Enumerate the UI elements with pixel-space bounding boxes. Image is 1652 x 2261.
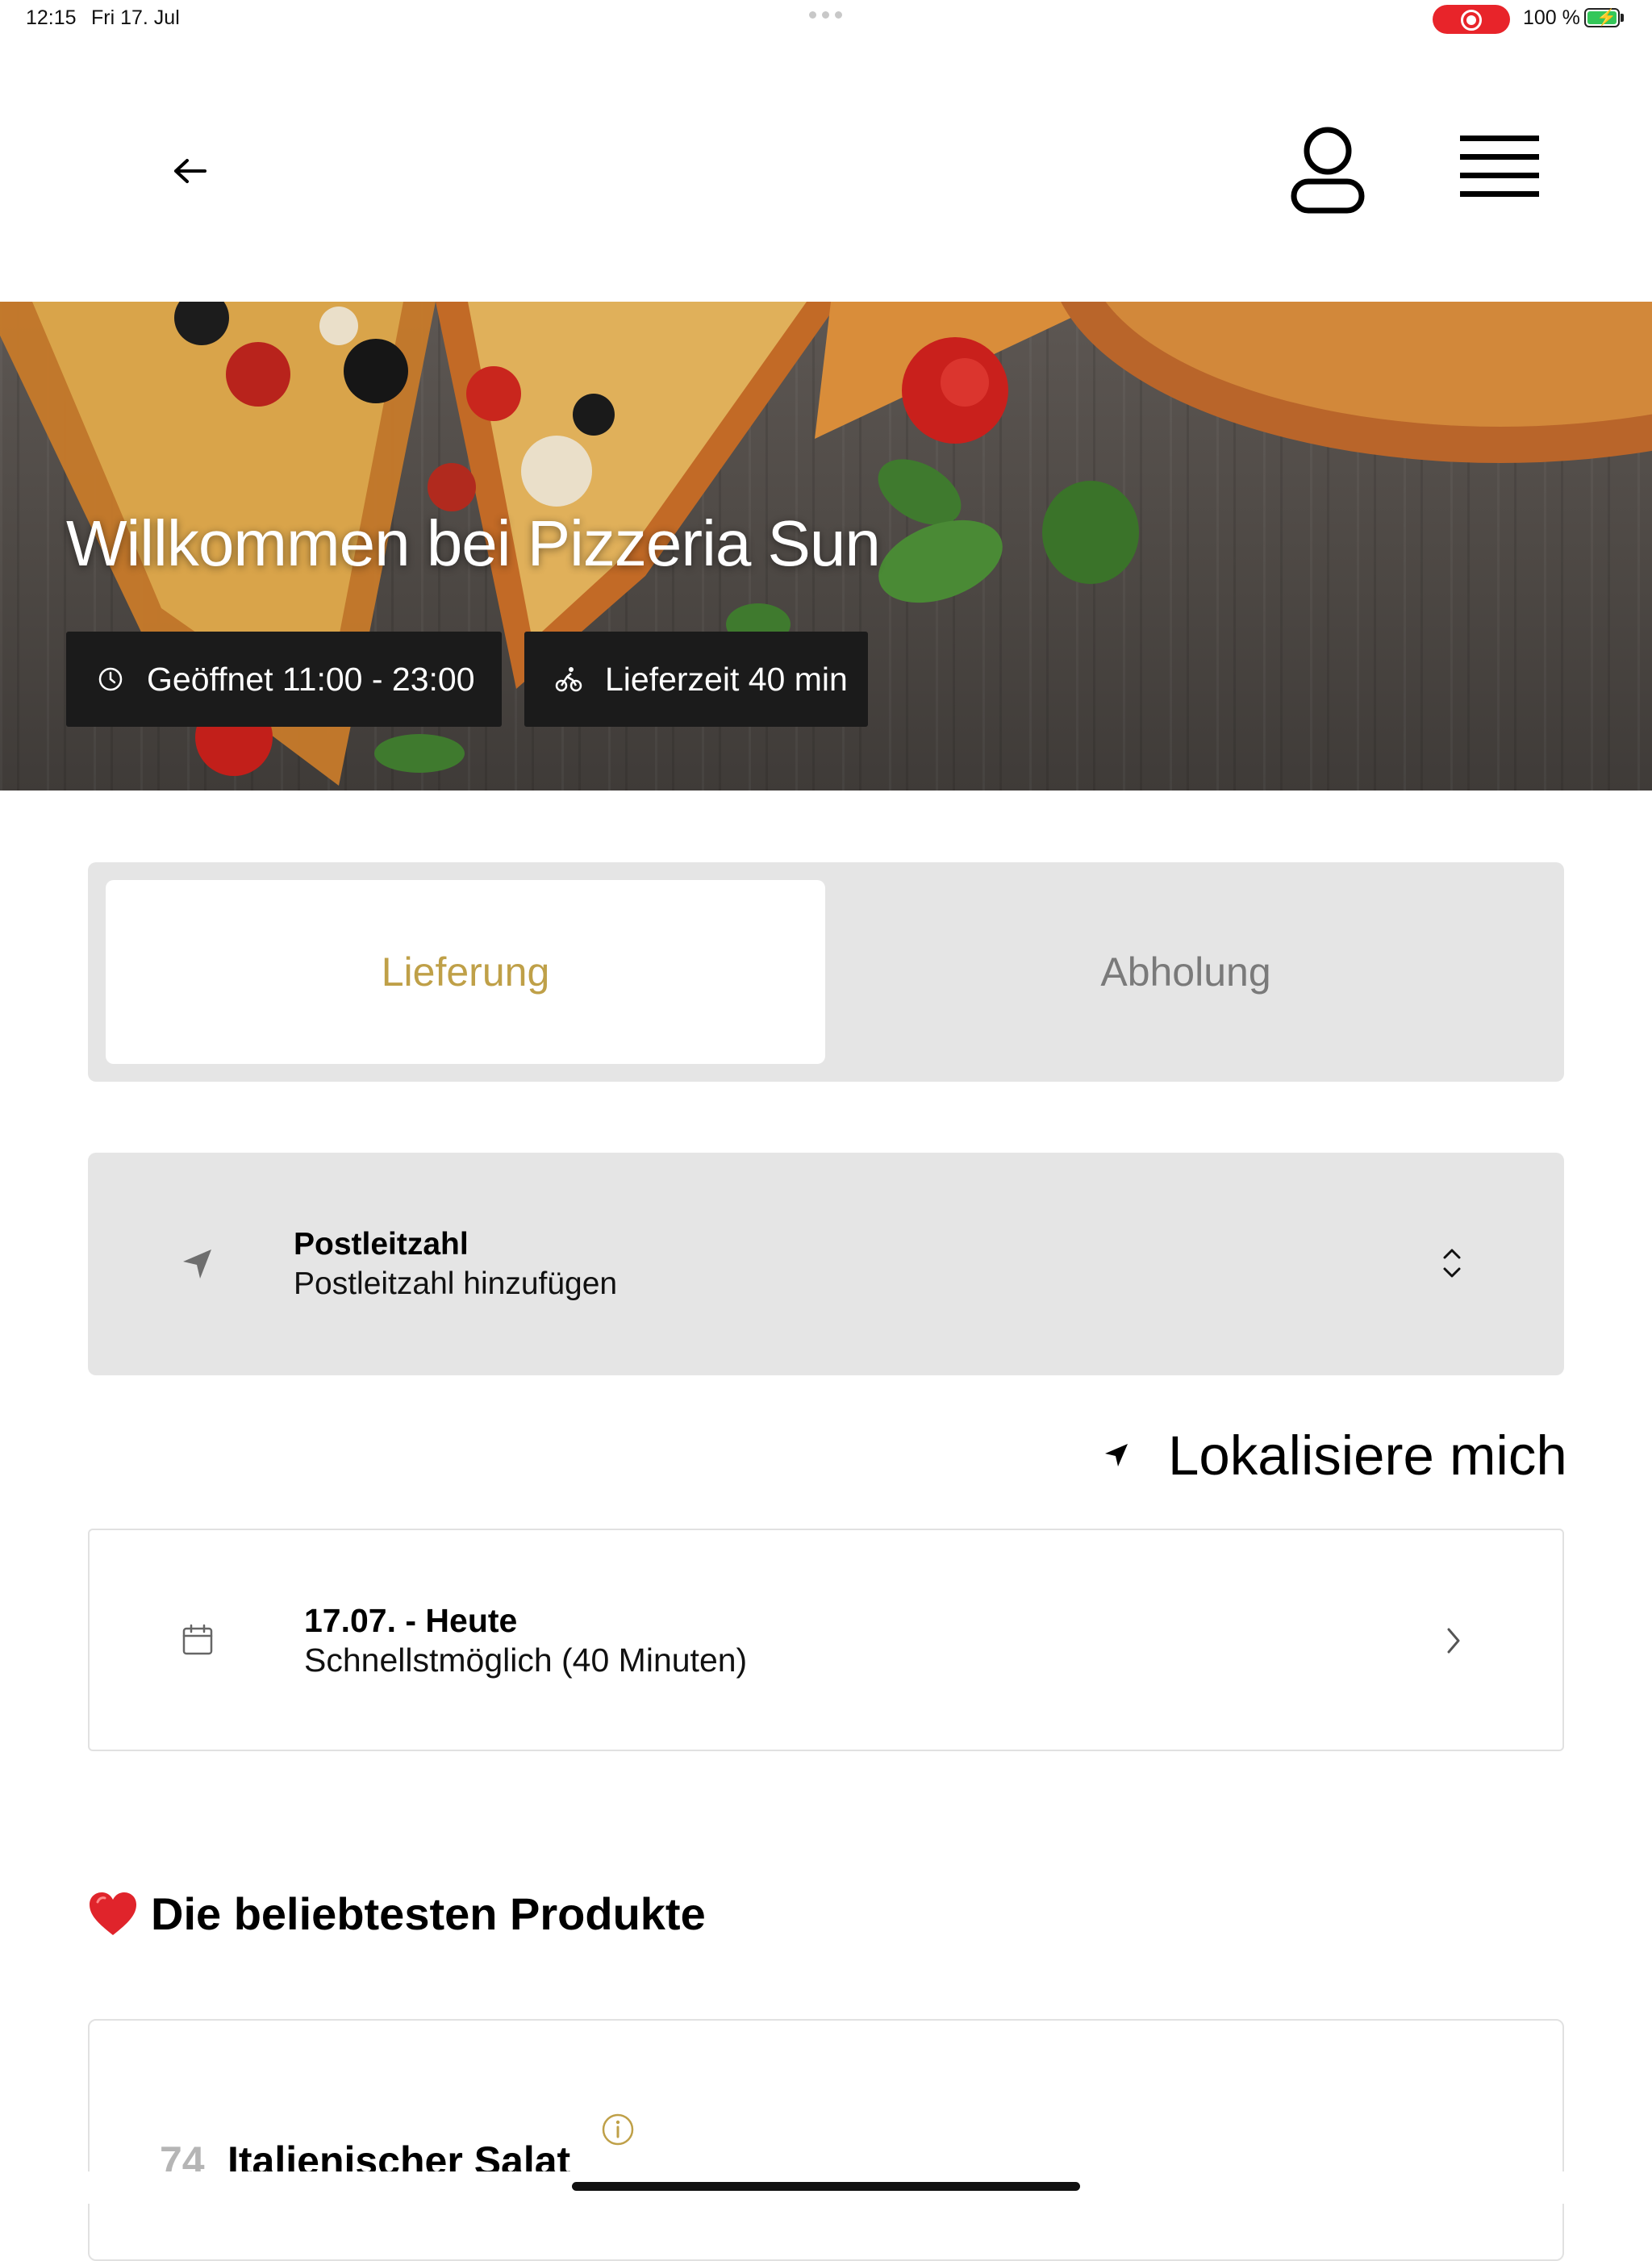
hero-title: Willkommen bei Pizzeria Sun: [66, 507, 881, 579]
popular-products-title: Die beliebtesten Produkte: [151, 1888, 706, 1939]
tab-delivery[interactable]: Lieferung: [106, 880, 825, 1064]
delivery-time-text: Lieferzeit 40 min: [605, 660, 848, 698]
locate-me-button[interactable]: Lokalisiere mich: [1103, 1423, 1567, 1487]
profile-button[interactable]: [1287, 125, 1368, 215]
chevron-up-down-icon: [1443, 1249, 1461, 1278]
info-icon[interactable]: [600, 2112, 636, 2147]
user-icon: [1291, 127, 1365, 214]
status-time: 12:15: [26, 6, 77, 29]
opening-hours-badge: Geöffnet 11:00 - 23:00: [66, 632, 502, 727]
battery-percentage: 100 %: [1523, 6, 1580, 29]
popular-products-heading: Die beliebtesten Produkte: [88, 1888, 706, 1940]
calendar-icon: [182, 1624, 213, 1655]
postcode-selector[interactable]: [88, 1153, 1564, 1375]
postcode-label: Postleitzahl: [294, 1227, 469, 1262]
hamburger-menu-icon: [1460, 136, 1539, 141]
bicycle-icon: [555, 667, 582, 692]
delivery-time-badge: Lieferzeit 40 min: [524, 632, 868, 727]
location-arrow-icon: [183, 1249, 211, 1279]
locate-me-label: Lokalisiere mich: [1168, 1424, 1567, 1487]
clock-icon: [98, 667, 123, 691]
location-arrow-icon: [1105, 1444, 1128, 1466]
chevron-right-icon: [1447, 1628, 1460, 1654]
heart-icon: [90, 1892, 136, 1935]
delivery-time-selector[interactable]: [88, 1529, 1564, 1751]
opening-hours-text: Geöffnet 11:00 - 23:00: [147, 660, 475, 698]
delivery-date-label: 17.07. - Heute: [304, 1602, 518, 1639]
delivery-time-value: Schnellstmöglich (40 Minuten): [304, 1642, 748, 1679]
postcode-placeholder: Postleitzahl hinzufügen: [294, 1266, 618, 1301]
status-date: Fri 17. Jul: [91, 6, 180, 29]
arrow-left-icon: [174, 159, 206, 183]
status-bar: 12:15 Fri 17. Jul 100 % ⚡: [0, 0, 1652, 39]
tab-pickup[interactable]: Abholung: [825, 880, 1546, 1064]
back-button[interactable]: [169, 150, 226, 192]
battery-cap: [1621, 14, 1624, 22]
battery-icon: ⚡: [1584, 8, 1620, 27]
home-indicator[interactable]: [572, 2182, 1080, 2191]
multitasking-dots-icon[interactable]: [809, 11, 842, 19]
menu-button[interactable]: [1460, 136, 1542, 205]
screen-recording-icon: [1433, 5, 1510, 34]
